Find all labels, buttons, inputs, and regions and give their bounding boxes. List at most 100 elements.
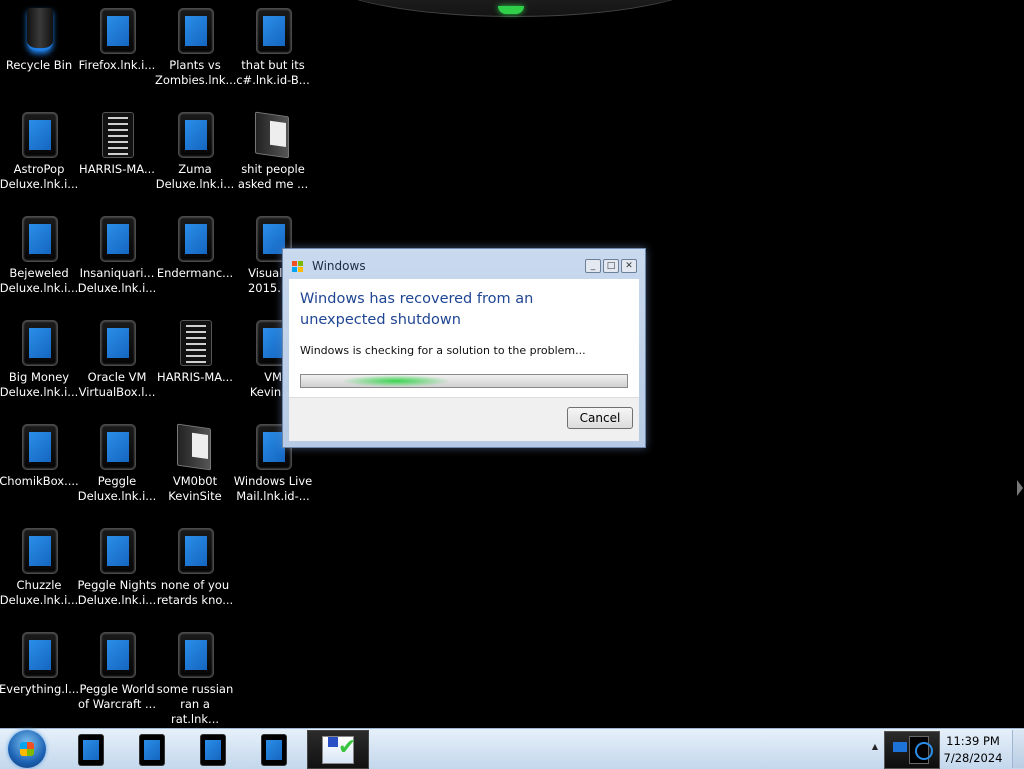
desktop-icon-label: Insaniquari... Deluxe.lnk.i... <box>77 266 157 295</box>
progress-bar <box>300 374 628 388</box>
desktop-icon[interactable]: Peggle Deluxe.lnk.i... <box>77 422 157 504</box>
desktop-icon-label: ChomikBox.... <box>0 474 79 488</box>
desktop-icon-label: Endermanc... <box>156 266 234 280</box>
taskbar-action-center[interactable]: ✔ <box>307 730 369 769</box>
shortcut-icon <box>93 422 141 470</box>
desktop-icon[interactable]: Plants vs Zombies.lnk... <box>155 6 237 88</box>
desktop-icon[interactable]: shit people asked me ... <box>233 110 313 192</box>
shortcut-icon <box>171 6 219 54</box>
close-button[interactable]: ✕ <box>621 259 637 273</box>
desktop-icon[interactable]: Recycle Bin <box>0 6 79 73</box>
shortcut-icon <box>249 6 297 54</box>
desktop-icon-label: Recycle Bin <box>5 58 73 72</box>
shortcut-icon <box>15 214 63 262</box>
dialog-heading: Windows has recovered from an unexpected… <box>300 291 534 328</box>
minimize-button[interactable]: _ <box>585 259 601 273</box>
desktop-icon-label: shit people asked me ... <box>237 162 309 191</box>
desktop-icon[interactable]: Bejeweled Deluxe.lnk.i... <box>0 214 79 296</box>
desktop-icon[interactable]: VM0b0t KevinSite <box>155 422 235 504</box>
app-icon <box>261 734 287 766</box>
desktop-icon-label: Everything.l... <box>0 682 80 696</box>
desktop-icon[interactable]: none of you retards kno... <box>155 526 235 608</box>
desktop-icon-label: Peggle World of Warcraft ... <box>78 682 156 711</box>
desktop-icon[interactable]: Firefox.lnk.i... <box>77 6 157 73</box>
dialog-footer: Cancel <box>289 397 639 441</box>
dialog-message: Windows is checking for a solution to th… <box>300 344 586 357</box>
windows-orb-icon <box>20 742 34 756</box>
shortcut-icon <box>15 526 63 574</box>
clock[interactable]: 11:39 PM 7/28/2024 <box>940 733 1006 767</box>
desktop-icon-label: HARRIS-MA... <box>157 370 233 384</box>
desktop-icon-label: Big Money Deluxe.lnk.i... <box>0 370 79 399</box>
desktop-icon-label: VM0b0t KevinSite <box>168 474 222 503</box>
maximize-button[interactable]: □ <box>603 259 619 273</box>
show-hidden-icons-button[interactable]: ▲ <box>870 742 880 752</box>
dialog-title: Windows <box>312 259 366 273</box>
cancel-button[interactable]: Cancel <box>567 407 633 429</box>
recovery-dialog: Windows _ □ ✕ Windows has recovered from… <box>282 248 646 448</box>
desktop-icon[interactable]: HARRIS-MA... <box>155 318 235 385</box>
document-icon <box>171 318 219 366</box>
shortcut-icon <box>15 630 63 678</box>
checkmark-icon: ✔ <box>338 735 357 760</box>
shortcut-icon <box>15 110 63 158</box>
desktop-icon[interactable]: Everything.l... <box>0 630 79 697</box>
taskbar-app-3[interactable] <box>182 730 242 767</box>
show-desktop-button[interactable] <box>1012 730 1024 768</box>
desktop-icon-label: Plants vs Zombies.lnk... <box>155 58 237 87</box>
desktop-icon-label: Windows Live Mail.lnk.id-... <box>233 474 313 503</box>
desktop-icon[interactable]: HARRIS-MA... <box>77 110 157 177</box>
desktop-icon-label: some russian ran a rat.lnk... <box>156 682 234 726</box>
desktop-icon[interactable]: ChomikBox.... <box>0 422 79 489</box>
desktop-icon-label: Peggle Nights Deluxe.lnk.i... <box>77 578 157 607</box>
status-led-icon <box>498 6 524 14</box>
desktop-icon[interactable]: Insaniquari... Deluxe.lnk.i... <box>77 214 157 296</box>
shortcut-icon <box>171 214 219 262</box>
clock-date: 7/28/2024 <box>943 751 1003 765</box>
desktop-icon[interactable]: Peggle World of Warcraft ... <box>77 630 157 712</box>
app-icon <box>200 734 226 766</box>
mouse-cursor-icon <box>1017 480 1023 496</box>
desktop-icon[interactable]: Chuzzle Deluxe.lnk.i... <box>0 526 79 608</box>
desktop-icon[interactable]: Big Money Deluxe.lnk.i... <box>0 318 79 400</box>
windows-flag-icon <box>292 261 303 272</box>
tray-app-icon[interactable] <box>884 731 940 769</box>
taskbar-app-1[interactable] <box>60 730 120 767</box>
desktop-icon-label: Oracle VM VirtualBox.l... <box>78 370 156 399</box>
desktop-icon[interactable]: Peggle Nights Deluxe.lnk.i... <box>77 526 157 608</box>
desktop-icon[interactable]: Zuma Deluxe.lnk.i... <box>155 110 235 192</box>
flag-icon <box>328 737 338 747</box>
start-button[interactable] <box>8 730 46 768</box>
desktop-icon-label: Zuma Deluxe.lnk.i... <box>155 162 235 191</box>
shortcut-icon <box>171 526 219 574</box>
desktop-icon[interactable]: some russian ran a rat.lnk... <box>155 630 235 727</box>
shortcut-icon <box>15 422 63 470</box>
taskbar-app-2[interactable] <box>121 730 181 767</box>
shortcut-icon <box>93 214 141 262</box>
dialog-titlebar[interactable]: Windows _ □ ✕ <box>283 249 645 279</box>
desktop-icon-label: HARRIS-MA... <box>79 162 155 176</box>
taskbar-app-4[interactable] <box>243 730 303 767</box>
desktop-icon[interactable]: Oracle VM VirtualBox.l... <box>77 318 157 400</box>
desktop-icon[interactable]: that but its c#.lnk.id-B... <box>233 6 313 88</box>
desktop-icon-label: Firefox.lnk.i... <box>78 58 156 72</box>
folder-icon <box>171 422 219 471</box>
folder-icon <box>249 110 297 159</box>
shortcut-icon <box>171 630 219 678</box>
shortcut-icon <box>93 526 141 574</box>
recycle-bin-icon <box>15 6 63 54</box>
desktop-icon[interactable]: Endermanc... <box>155 214 235 281</box>
desktop-icon-label: none of you retards kno... <box>156 578 234 607</box>
shortcut-icon <box>93 6 141 54</box>
clock-time: 11:39 PM <box>946 734 1000 748</box>
shortcut-icon <box>93 630 141 678</box>
shortcut-icon <box>15 318 63 366</box>
top-gadget-bar <box>310 0 720 17</box>
app-icon <box>139 734 165 766</box>
app-icon <box>78 734 104 766</box>
desktop-icon-label: Chuzzle Deluxe.lnk.i... <box>0 578 79 607</box>
desktop-icon-label: AstroPop Deluxe.lnk.i... <box>0 162 79 191</box>
desktop-icon-label: Bejeweled Deluxe.lnk.i... <box>0 266 79 295</box>
shortcut-icon <box>171 110 219 158</box>
desktop-icon[interactable]: AstroPop Deluxe.lnk.i... <box>0 110 79 192</box>
